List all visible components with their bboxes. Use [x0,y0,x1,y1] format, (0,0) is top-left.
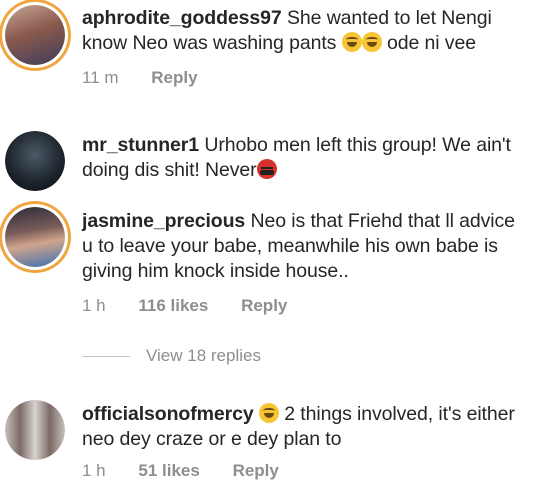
laughing-emoji-icon [341,32,362,52]
view-replies-button[interactable]: View 18 replies [82,346,261,366]
avatar[interactable] [5,5,65,65]
reply-button[interactable]: Reply [233,461,279,480]
reply-button[interactable]: Reply [241,296,287,315]
reply-button[interactable]: Reply [151,68,197,87]
username[interactable]: aphrodite_goddess97 [82,7,282,29]
laughing-emoji-icon [258,403,279,423]
username[interactable]: jasmine_precious [82,210,245,232]
username[interactable]: officialsonofmercy [82,403,254,425]
timestamp: 1 h [82,296,106,315]
likes-count[interactable]: 116 likes [138,296,208,315]
view-replies-label: View 18 replies [146,346,261,365]
comment-text: aphrodite_goddess97 She wanted to let Ne… [82,6,527,56]
comment-meta: 1 h 116 likes Reply [82,296,315,316]
comment-body-end: ode ni vee [386,32,476,54]
angry-emoji-icon [256,159,277,179]
comment-text: mr_stunner1 Urhobo men left this group! … [82,133,527,183]
avatar[interactable] [5,131,65,191]
comment-meta: 11 m Reply [82,68,226,88]
avatar[interactable] [5,207,65,267]
timestamp: 1 h [82,461,106,480]
timestamp: 11 m [82,68,119,87]
avatar[interactable] [5,400,65,460]
divider [82,355,130,357]
comment-meta: 1 h 51 likes Reply [82,461,307,481]
comment-text: jasmine_precious Neo is that Friehd that… [82,209,527,284]
username[interactable]: mr_stunner1 [82,134,199,156]
laughing-emoji-icon [361,32,382,52]
comment-text: officialsonofmercy 2 things involved, it… [82,402,527,452]
likes-count[interactable]: 51 likes [138,461,199,480]
